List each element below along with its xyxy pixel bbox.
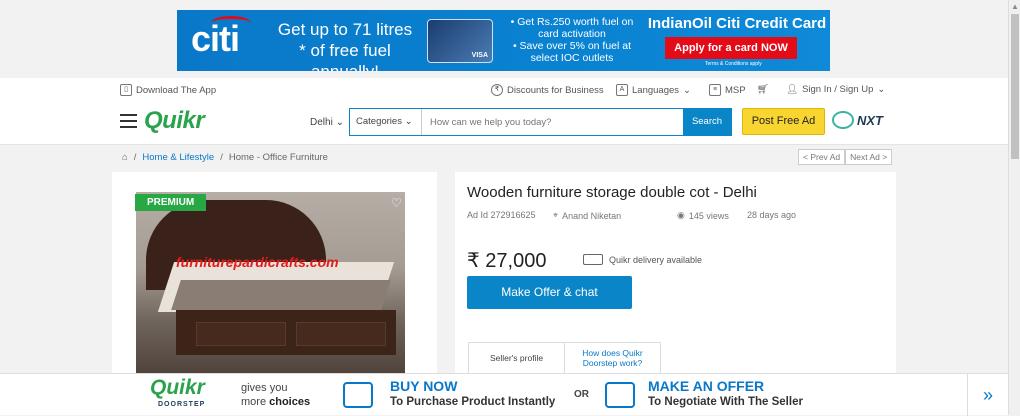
eye-icon: ◉ — [677, 210, 685, 220]
ad-id-text: Ad Id 272916625 — [467, 210, 536, 220]
age-text: 28 days ago — [747, 210, 797, 220]
chevron-down-icon: ⌄ — [404, 116, 413, 127]
apply-card-button[interactable]: Apply for a card NOW — [665, 37, 797, 59]
search-bar: Categories ⌄ Search — [349, 108, 732, 136]
user-icon: 👤︎ — [786, 84, 799, 95]
make-offer-sub: To Negotiate With The Seller — [648, 396, 803, 408]
ad-title: Wooden furniture storage double cot - De… — [467, 184, 757, 201]
scroll-up-icon[interactable]: ▲ — [1011, 2, 1019, 11]
gives-bold: choices — [269, 396, 311, 408]
ad-pager: < Prev Ad Next Ad > — [798, 149, 893, 165]
ad-banner[interactable]: citi Get up to 71 litres * of free fuel … — [177, 10, 830, 71]
bed-blanket — [171, 280, 391, 310]
download-app-label: Download The App — [136, 84, 217, 96]
truck-icon — [583, 254, 603, 265]
languages-label: Languages — [632, 84, 680, 96]
gives-line-1: gives you — [241, 382, 288, 394]
chevron-down-icon: ⌄ — [683, 84, 691, 96]
discounts-label: Discounts for Business — [507, 84, 604, 96]
home-icon[interactable]: ⌂ — [122, 152, 128, 163]
buy-now-sub: To Purchase Product Instantly — [390, 396, 556, 408]
bed-drawer — [196, 322, 286, 346]
buy-now-title[interactable]: BUY NOW — [390, 378, 457, 394]
categories-dropdown[interactable]: Categories ⌄ — [350, 109, 422, 135]
post-free-ad-button[interactable]: Post Free Ad — [742, 108, 825, 135]
double-chevron-right-icon[interactable]: » — [967, 374, 1008, 416]
scrollbar-thumb[interactable] — [1011, 14, 1019, 159]
banner-bullet-1: • Get Rs.250 worth fuel on card activati… — [510, 16, 634, 40]
views-text: 145 views — [688, 210, 729, 221]
chevron-down-icon: ⌄ — [877, 84, 886, 95]
image-card: furniturepardicrafts.com PREMIUM ♡ — [112, 172, 437, 382]
breadcrumb: ⌂ / Home & Lifestyle / Home - Office Fur… — [122, 152, 328, 163]
search-input[interactable] — [422, 109, 683, 135]
banner-terms: Terms & Conditions apply — [705, 61, 762, 67]
doorstep-logo-sub: DOORSTEP — [158, 401, 206, 408]
rupee-icon: ₹ — [491, 84, 503, 96]
city-selector[interactable]: Delhi ⌄ — [310, 117, 344, 128]
premium-badge: PREMIUM — [135, 194, 207, 211]
breadcrumb-current: Home - Office Furniture — [228, 152, 328, 163]
bed-drawer — [296, 322, 386, 346]
image-watermark: furniturepardicrafts.com — [176, 254, 339, 270]
msp-link[interactable]: ≡ MSP — [709, 84, 746, 96]
msp-icon: ≡ — [709, 84, 721, 96]
nxt-label: NXT — [857, 112, 883, 128]
download-app-link[interactable]: ▯ Download The App — [120, 84, 216, 96]
banner-brand: citi — [191, 18, 240, 59]
delivery-text: Quikr delivery available — [609, 254, 703, 265]
ad-views: ◉ 145 views — [677, 210, 729, 221]
gives-text: gives you more choices — [241, 381, 310, 409]
cart-link[interactable]: 🛒︎ — [757, 84, 769, 95]
doorstep-logo: Quikr — [150, 376, 205, 399]
ad-location: ⌖ Anand Niketan — [553, 210, 621, 221]
language-icon: A — [616, 84, 628, 96]
msp-label: MSP — [725, 84, 746, 96]
phone-icon: ▯ — [120, 84, 132, 96]
offer-icon — [605, 382, 635, 408]
make-offer-button[interactable]: Make Offer & chat — [467, 276, 632, 309]
quikr-logo[interactable]: Quikr — [144, 107, 205, 135]
buy-hand-icon — [343, 382, 373, 408]
prev-ad-button[interactable]: < Prev Ad — [798, 149, 846, 165]
doorstep-sticky-bar: Quikr DOORSTEP gives you more choices BU… — [0, 373, 1008, 416]
banner-card-title: IndianOil Citi Credit Card — [647, 15, 827, 32]
search-button[interactable]: Search — [683, 109, 731, 135]
product-photo[interactable]: furniturepardicrafts.com — [136, 192, 405, 382]
banner-bullet-2: • Save over 5% on fuel at select IOC out… — [512, 40, 632, 64]
site-header: ▯ Download The App ₹ Discounts for Busin… — [0, 78, 1008, 145]
cart-icon: 🛒︎ — [757, 84, 770, 95]
delivery-info: Quikr delivery available — [583, 254, 702, 265]
location-text: Anand Niketan — [562, 210, 622, 221]
visa-label: VISA — [471, 52, 488, 59]
chat-bubble-icon — [832, 111, 854, 129]
header-main-row: Quikr Delhi ⌄ Categories ⌄ Search Post F… — [0, 107, 1008, 138]
next-ad-button[interactable]: Next Ad > — [845, 149, 893, 165]
city-label: Delhi — [310, 117, 333, 128]
discounts-link[interactable]: ₹ Discounts for Business — [491, 84, 604, 96]
make-offer-title[interactable]: MAKE AN OFFER — [648, 378, 764, 394]
location-pin-icon: ⌖ — [553, 210, 559, 220]
credit-card-image: VISA — [427, 19, 493, 63]
scrollbar[interactable]: ▲ — [1008, 0, 1020, 415]
ad-id: Ad Id 272916625 — [467, 210, 536, 220]
categories-label: Categories — [356, 116, 402, 127]
gives-line-2: more — [241, 396, 267, 408]
signin-link[interactable]: 👤︎ Sign In / Sign Up ⌄ — [786, 84, 885, 95]
ad-details-card: Wooden furniture storage double cot - De… — [455, 172, 896, 382]
languages-dropdown[interactable]: A Languages ⌄ — [616, 84, 691, 96]
breadcrumb-home-lifestyle[interactable]: Home & Lifestyle — [142, 152, 214, 163]
or-separator: OR — [574, 389, 589, 400]
ad-age: 28 days ago — [747, 210, 796, 220]
menu-icon[interactable] — [120, 114, 137, 128]
nxt-link[interactable]: NXT — [832, 111, 883, 129]
ad-price: ₹ 27,000 — [467, 250, 547, 272]
heart-icon[interactable]: ♡ — [391, 196, 402, 210]
chevron-down-icon: ⌄ — [335, 117, 344, 128]
signin-label: Sign In / Sign Up — [802, 84, 874, 95]
banner-headline: Get up to 71 litres * of free fuel annua… — [277, 20, 413, 71]
banner-bullets: • Get Rs.250 worth fuel on card activati… — [507, 16, 637, 64]
